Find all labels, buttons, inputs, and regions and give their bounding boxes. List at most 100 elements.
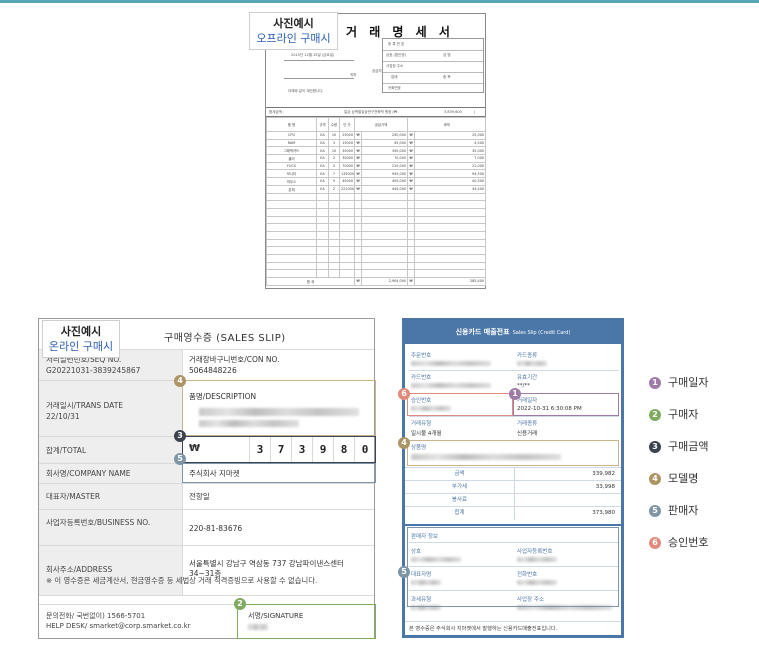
invoice-cell	[407, 238, 416, 248]
invoice-document: 거 래 명 세 서 2015년 12월 15일 (금요일) 귀하 아래와 같이 …	[265, 13, 487, 289]
invoice-cell	[354, 254, 362, 263]
card-slip-title: 신용카드 매출전표	[455, 328, 510, 336]
invoice-sum-row: 합 계 ₩2,904,000 ₩285,400	[266, 277, 487, 286]
total-amount-cells: 373980	[249, 437, 375, 464]
invoice-customer-underline	[284, 78, 354, 79]
product-blurred	[411, 454, 561, 460]
invoice-cell: ₩	[407, 169, 416, 179]
invoice-cell	[339, 269, 355, 279]
invoice-item-row: 마우스 EA 9 45000 ₩405,000 ₩40,500	[266, 177, 487, 186]
invoice-cell: 2	[328, 184, 340, 194]
invoice-cell	[354, 246, 362, 255]
invoice-cell	[407, 230, 416, 240]
invoice-cell: ₩	[407, 138, 416, 148]
card-amount-value: 373,980	[592, 510, 615, 516]
invoice-cell: 21,000	[414, 161, 487, 171]
invoice-cell: 945,000	[360, 169, 409, 179]
supplier-divider	[383, 83, 483, 84]
invoice-total-bar: 합계금액 : 일금 삼백팔십삼만구천육백 원정 (₩ 3,839,600 )	[266, 107, 485, 117]
seller-section-title: 판매자 정보	[411, 534, 439, 540]
invoice-item-row: FUCS EA 3 70000 ₩210,000 ₩21,000	[266, 161, 487, 171]
invoice-cell	[354, 207, 362, 217]
invoice-cell: EA	[316, 161, 329, 171]
invoice-cell: ₩	[354, 131, 362, 140]
seller-type-blurred	[411, 605, 441, 610]
invoice-header-row: 품 명 규격 수량 단 가 공급가액 세액	[266, 117, 487, 132]
invoice-item-row: CPU EA 10 25000 ₩250,000 ₩25,000	[266, 131, 487, 140]
invoice-cell: 2	[328, 154, 340, 163]
supplier-name-label: 성 명	[443, 53, 451, 57]
business-value: 220-81-83676	[189, 524, 243, 533]
invoice-cell	[316, 230, 329, 240]
seller-biz-blurred	[517, 557, 557, 562]
supplier-divider	[383, 50, 483, 51]
invoice-cell: ₩	[354, 154, 362, 163]
invoice-cell: 40,500	[414, 177, 487, 186]
invoice-cell	[360, 192, 409, 202]
invoice-col-header: 품 명	[266, 117, 317, 132]
valid-period-label: 유효기간	[517, 375, 538, 381]
invoice-col-header: 수량	[328, 117, 340, 132]
invoice-supplier-box: 등 록 번 호 상호 (법인명) 사업장 주소 업태 전화번호 성 명 종 목	[382, 38, 484, 93]
invoice-cell: ₩	[407, 146, 416, 156]
amount-digit: 8	[333, 437, 354, 464]
invoice-cell	[360, 207, 409, 217]
invoice-cell: 210,000	[360, 161, 409, 171]
invoice-cell	[339, 238, 355, 248]
legend-number-badge: 2	[649, 409, 661, 421]
invoice-cell: EA	[316, 154, 329, 163]
amount-digit: 9	[312, 437, 333, 464]
online-tag-subtitle: 온라인 구매시	[48, 340, 114, 353]
description-label: 품명/DESCRIPTION	[189, 392, 257, 401]
invoice-cell: 444,000	[360, 184, 409, 194]
invoice-cell	[328, 246, 340, 255]
invoice-sum-cell: 합 계	[266, 277, 355, 286]
company-value: 주식회사 지마켓	[189, 469, 240, 478]
invoice-sum-cell: ₩	[354, 277, 362, 286]
invoice-total-label: 합계금액 :	[269, 110, 285, 114]
invoice-total-text: 일금 삼백팔십삼만구천육백 원정 (₩	[344, 110, 398, 114]
seller-name-label: 상호	[411, 549, 422, 555]
invoice-sum-cell: ₩	[407, 277, 416, 286]
invoice-cell	[354, 200, 362, 209]
invoice-cell	[407, 261, 416, 271]
legend-number-badge: 4	[649, 473, 661, 485]
invoice-cell	[339, 261, 355, 271]
invoice-cell: 10	[328, 131, 340, 140]
invoice-cell	[360, 200, 409, 209]
invoice-cell	[328, 254, 340, 263]
invoice-cell: 70000	[339, 161, 355, 171]
card-row-line	[409, 542, 619, 543]
receipt-header: 구매영수증 (SALES SLIP)	[164, 333, 286, 344]
invoice-cell: 250,000	[360, 131, 409, 140]
invoice-item-row	[266, 238, 487, 248]
invoice-cell	[360, 215, 409, 225]
legend-label: 구매금액	[668, 440, 709, 453]
invoice-cell	[407, 207, 416, 217]
invoice-cell	[339, 192, 355, 202]
card-row-line	[409, 416, 619, 417]
supplier-label: 상호 (법인명)	[386, 53, 406, 57]
invoice-cell	[407, 215, 416, 225]
trans-date-label: 거래일시/TRANS DATE	[46, 401, 124, 410]
invoice-cell	[354, 223, 362, 232]
master-label: 대표자/MASTER	[46, 492, 101, 501]
amount-digit: 7	[270, 437, 291, 464]
invoice-cell: ₩	[354, 184, 362, 194]
trans-date-value: 22/10/31	[46, 412, 80, 421]
legend-label: 구매자	[668, 408, 699, 421]
trade-date-value: 2022-10-31 6:30:08 PM	[517, 406, 582, 412]
card-number-blurred	[411, 383, 491, 388]
seller-addr-label: 사업장 주소	[517, 597, 545, 603]
invoice-cell	[360, 269, 409, 279]
card-seller-highlight	[407, 527, 619, 607]
trade-type-label: 거래종류	[517, 421, 538, 427]
invoice-cell	[354, 215, 362, 225]
invoice-supplier-side: 공급자	[372, 69, 382, 73]
legend-label: 모델명	[668, 472, 699, 485]
invoice-cell: 9	[328, 177, 340, 186]
seller-biz-label: 사업자등록번호	[517, 549, 553, 555]
invoice-cell: 15000	[339, 138, 355, 148]
legend-label: 구매일자	[668, 376, 709, 389]
invoice-col-header: 공급가액	[353, 117, 409, 132]
